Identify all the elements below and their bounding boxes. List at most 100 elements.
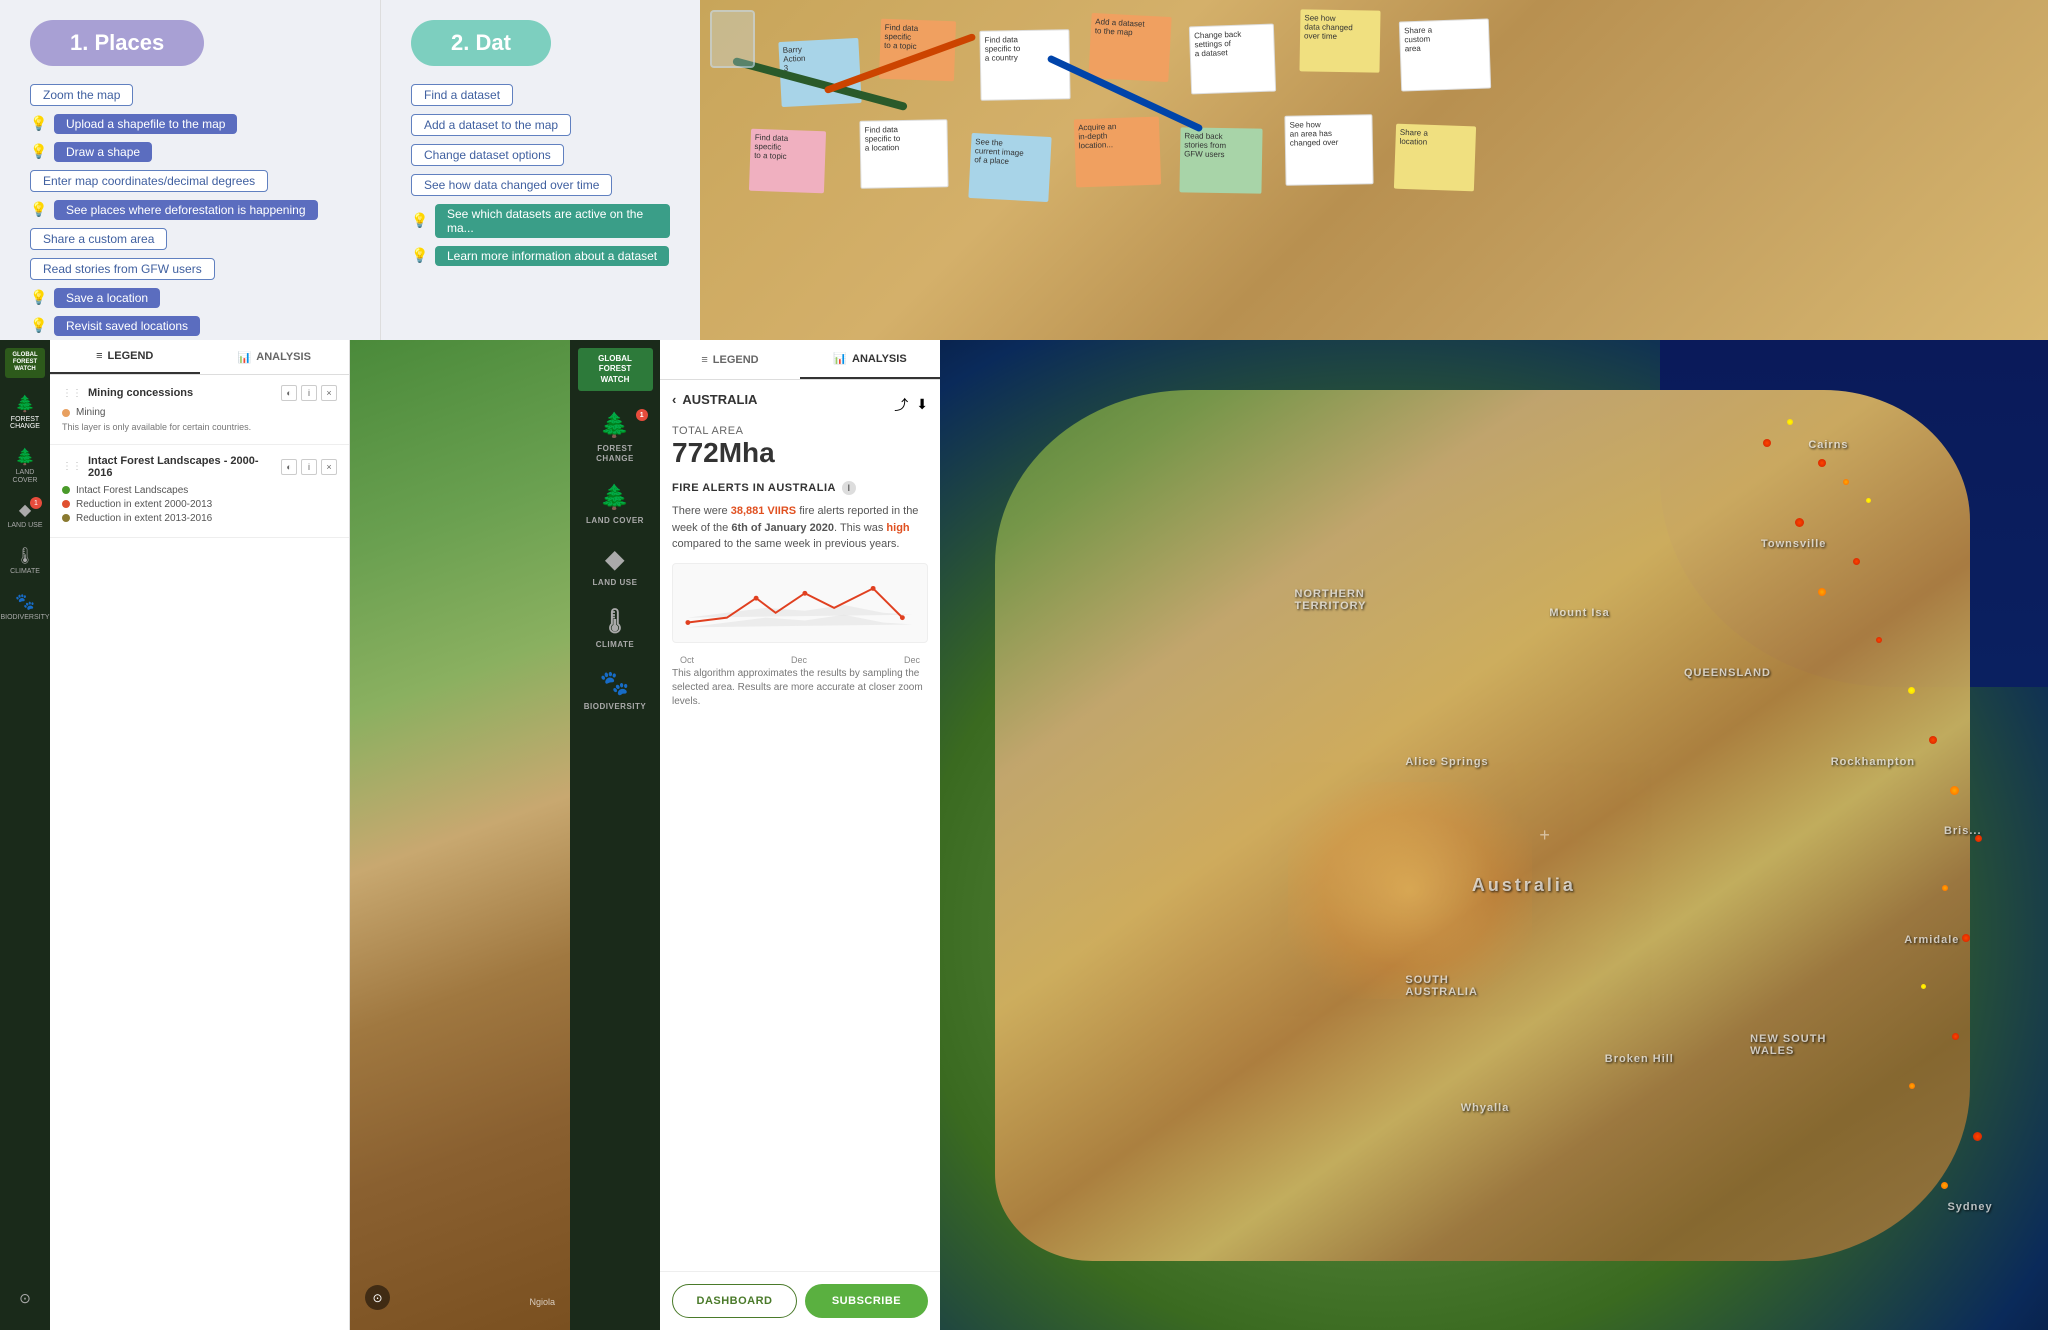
- land-cover-label-big: LAND COVER: [586, 516, 644, 525]
- back-to-australia[interactable]: ‹ AUSTRALIA: [672, 392, 757, 407]
- south-australia-label: SOUTHAUSTRALIA: [1405, 974, 1478, 998]
- forest-info-btn[interactable]: i: [301, 459, 317, 475]
- sticky-note: Share alocation: [1394, 124, 1476, 192]
- sticky-note: Find dataspecific toa location: [859, 119, 948, 189]
- wf-item-save: 💡 Save a location: [30, 288, 350, 308]
- fire-alerts-label: FIRE ALERTS IN AUSTRALIA: [672, 482, 836, 494]
- sidebar-nav-climate-big[interactable]: 🌡 CLIMATE: [570, 597, 660, 659]
- broken-hill-label: Broken Hill: [1605, 1053, 1674, 1065]
- add-dataset-btn[interactable]: Add a dataset to the map: [411, 114, 571, 136]
- sidebar-nav-land-cover-big[interactable]: 🌲 LAND COVER: [570, 473, 660, 535]
- intact-forest-layer: ⋮⋮ Intact Forest Landscapes - 2000-2016 …: [50, 445, 349, 538]
- sidebar-nav-land-use-small[interactable]: 1 ◆ LAND USE: [0, 492, 50, 538]
- dashboard-btn[interactable]: DASHBOARD: [672, 1284, 797, 1318]
- chart-label-dec1: Dec: [791, 655, 807, 665]
- sidebar-nav-biodiversity-small[interactable]: 🐾 BIODIVERSITY: [0, 584, 50, 630]
- fire-dot-7: [1876, 637, 1882, 643]
- fire-alerts-info-icon[interactable]: i: [842, 481, 856, 495]
- analysis-tab-left[interactable]: 📊 ANALYSIS: [200, 340, 350, 374]
- mining-layer-name: Mining concessions: [88, 387, 275, 399]
- land-use-icon-big: ◆: [606, 545, 625, 574]
- compass-btn-small[interactable]: ⊙: [15, 1282, 35, 1315]
- land-cover-label-small: LAND COVER: [4, 469, 46, 484]
- panel-footer: DASHBOARD SUBSCRIBE: [660, 1271, 940, 1330]
- sticky-note: Acquire anin-depthlocation...: [1074, 117, 1161, 188]
- climate-icon-big: 🌡: [600, 607, 631, 636]
- sidebar-nav-climate-small[interactable]: 🌡 CLIMATE: [0, 538, 50, 584]
- wf-item-zoom: Zoom the map: [30, 84, 350, 106]
- share-area-btn[interactable]: Share a custom area: [30, 228, 167, 250]
- drag-handle-mining[interactable]: ⋮⋮: [62, 388, 82, 399]
- share-icon[interactable]: ⤴: [894, 395, 908, 415]
- mining-info-btn[interactable]: i: [301, 385, 317, 401]
- active-datasets-btn[interactable]: See which datasets are active on the ma.…: [435, 204, 670, 238]
- analysis-tab-active[interactable]: 📊 ANALYSIS: [800, 340, 940, 379]
- map-area-left[interactable]: ⊙ Ngiola: [350, 340, 570, 1330]
- drag-handle-forest[interactable]: ⋮⋮: [62, 461, 82, 472]
- mining-opacity-btn[interactable]: ◐: [281, 385, 297, 401]
- analysis-panel: ≡ LEGEND 📊 ANALYSIS ‹ AUSTRALIA ⤴ ⬇ TOTA…: [660, 340, 940, 1330]
- biodiversity-label-big: BIODIVERSITY: [584, 702, 646, 711]
- wf-item-find-dataset: Find a dataset: [411, 84, 670, 106]
- sidebar-nav-land-cover-small[interactable]: 🌲 LAND COVER: [0, 439, 50, 492]
- map-crosshair: +: [1539, 825, 1550, 846]
- gfw-logo-small[interactable]: GLOBALFORESTWATCH: [5, 348, 45, 378]
- wf-item-change-options: Change dataset options: [411, 144, 670, 166]
- australia-main-label: Australia: [1472, 875, 1576, 896]
- ngiola-label: Ngiola: [529, 1292, 555, 1310]
- more-info-btn[interactable]: Learn more information about a dataset: [435, 246, 669, 266]
- subscribe-btn[interactable]: SUBSCRIBE: [805, 1284, 928, 1318]
- climate-label-small: CLIMATE: [10, 568, 40, 576]
- download-icon[interactable]: ⬇: [916, 396, 928, 413]
- mining-close-btn[interactable]: ×: [321, 385, 337, 401]
- sidebar-nav-forest-change-big[interactable]: 1 🌲 FORESTCHANGE: [570, 401, 660, 473]
- draw-shape-btn[interactable]: Draw a shape: [54, 142, 152, 162]
- upload-shapefile-btn[interactable]: Upload a shapefile to the map: [54, 114, 237, 134]
- forest-opacity-btn[interactable]: ◐: [281, 459, 297, 475]
- satellite-bg: NORTHERNTERRITORY Cairns Townsville Moun…: [940, 340, 2048, 1330]
- save-location-btn[interactable]: Save a location: [54, 288, 160, 308]
- wf-item-deforestation: 💡 See places where deforestation is happ…: [30, 200, 350, 220]
- zoom-map-btn[interactable]: Zoom the map: [30, 84, 133, 106]
- intact-forest-dot: [62, 486, 70, 494]
- alice-springs-label: Alice Springs: [1405, 756, 1488, 768]
- coords-btn[interactable]: Enter map coordinates/decimal degrees: [30, 170, 268, 192]
- forest-layer-actions: ◐ i ×: [281, 459, 337, 475]
- biodiversity-icon-big: 🐾: [600, 669, 630, 698]
- analysis-tab-icon-left: 📊: [238, 351, 252, 364]
- fire-desc-3: . This was: [834, 522, 886, 534]
- satellite-map[interactable]: NORTHERNTERRITORY Cairns Townsville Moun…: [940, 340, 2048, 1330]
- sticky-note: Add a datasetto the map: [1088, 13, 1171, 82]
- wf-item-more-info: 💡 Learn more information about a dataset: [411, 246, 670, 266]
- queensland-label: QUEENSLAND: [1684, 667, 1771, 679]
- analysis-tabs: ≡ LEGEND 📊 ANALYSIS: [660, 340, 940, 380]
- australia-terrain: [995, 390, 1970, 1261]
- fire-dot-19: [1763, 439, 1771, 447]
- legend-tab-left[interactable]: ≡ LEGEND: [50, 340, 200, 374]
- legend-tab-icon-left: ≡: [96, 350, 102, 362]
- fire-date: 6th of January 2020: [731, 522, 834, 534]
- data-time-btn[interactable]: See how data changed over time: [411, 174, 612, 196]
- forest-change-badge-big: 1: [636, 409, 648, 421]
- revisit-locations-btn[interactable]: Revisit saved locations: [54, 316, 200, 336]
- change-options-btn[interactable]: Change dataset options: [411, 144, 564, 166]
- wireframe-places-card: 1. Places Zoom the map 💡 Upload a shapef…: [0, 0, 380, 340]
- sidebar-nav-forest-change-small[interactable]: 🌲 FORESTCHANGE: [0, 386, 50, 439]
- compass-btn-map[interactable]: ⊙: [365, 1285, 390, 1310]
- legend-tab-analysis[interactable]: ≡ LEGEND: [660, 340, 800, 379]
- wf-item-data-time: See how data changed over time: [411, 174, 670, 196]
- legend-tabs-left: ≡ LEGEND 📊 ANALYSIS: [50, 340, 349, 375]
- land-use-label-small: LAND USE: [7, 522, 42, 530]
- sidebar-nav-biodiversity-big[interactable]: 🐾 BIODIVERSITY: [570, 659, 660, 721]
- find-dataset-btn[interactable]: Find a dataset: [411, 84, 513, 106]
- forest-close-btn[interactable]: ×: [321, 459, 337, 475]
- stories-btn[interactable]: Read stories from GFW users: [30, 258, 215, 280]
- climate-label-big: CLIMATE: [596, 640, 634, 649]
- wf-item-revisit: 💡 Revisit saved locations: [30, 316, 350, 336]
- gfw-logo-big[interactable]: GLOBALFORESTWATCH: [578, 348, 653, 391]
- deforestation-btn[interactable]: See places where deforestation is happen…: [54, 200, 318, 220]
- analysis-tab-label-left: ANALYSIS: [256, 351, 311, 363]
- fire-dot-14: [1921, 984, 1926, 989]
- sidebar-nav-land-use-big[interactable]: ◆ LAND USE: [570, 535, 660, 597]
- reduction-2013-label: Reduction in extent 2000-2013: [76, 499, 212, 510]
